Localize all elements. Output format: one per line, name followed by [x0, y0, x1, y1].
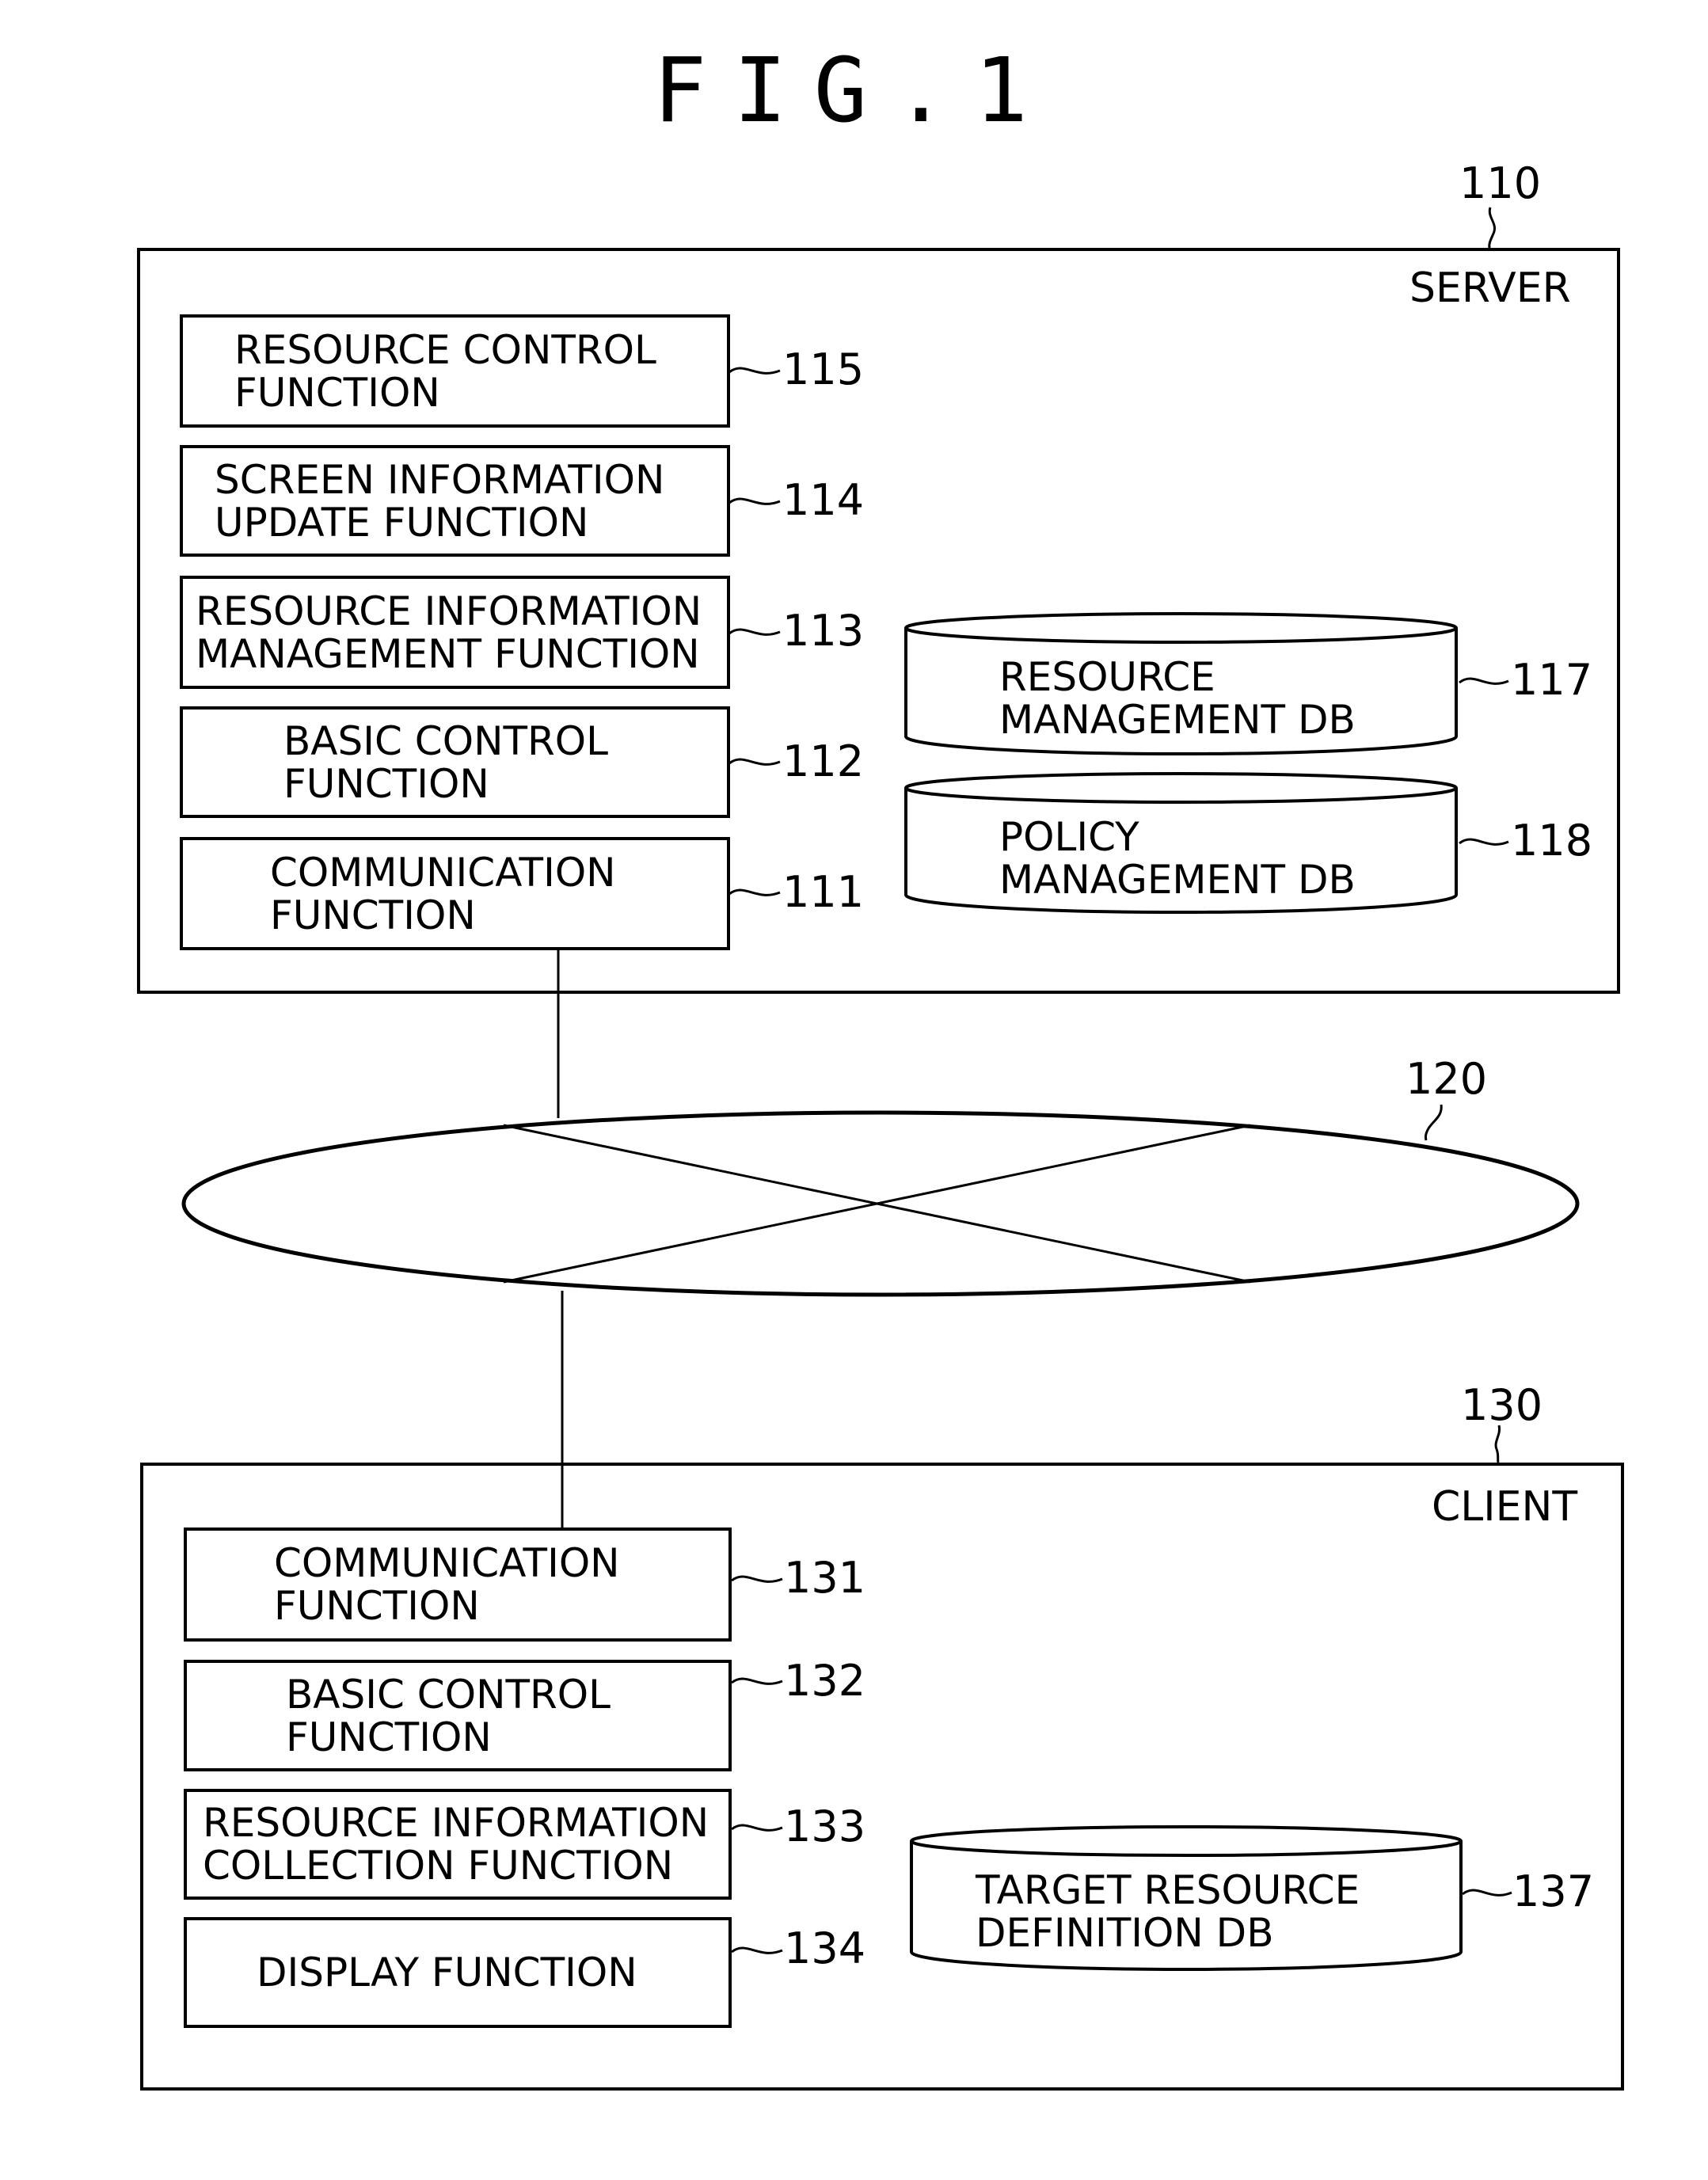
server-ref: 110 — [1459, 158, 1542, 208]
function-label-line: SCREEN INFORMATION — [215, 456, 665, 503]
client-ref: 130 — [1461, 1380, 1543, 1430]
function-label-line: DISPLAY FUNCTION — [257, 1950, 637, 1995]
db-label-line: MANAGEMENT DB — [999, 697, 1356, 743]
ref-112: 112 — [782, 736, 865, 786]
ref-134: 134 — [784, 1923, 866, 1973]
function-box-114: SCREEN INFORMATION UPDATE FUNCTION — [180, 445, 730, 557]
function-box-132: BASIC CONTROL FUNCTION — [184, 1660, 732, 1771]
ref-117: 117 — [1511, 655, 1593, 705]
ref-118: 118 — [1511, 816, 1593, 866]
function-label-line: UPDATE FUNCTION — [215, 499, 589, 546]
db-label-117: RESOURCE MANAGEMENT DB — [999, 656, 1356, 741]
function-label-line: FUNCTION — [283, 760, 489, 807]
ref-113: 113 — [782, 606, 865, 656]
function-box-134: DISPLAY FUNCTION — [184, 1917, 732, 2028]
db-label-line: MANAGEMENT DB — [999, 857, 1356, 903]
function-box-133: RESOURCE INFORMATION COLLECTION FUNCTION — [184, 1789, 732, 1900]
function-box-131: COMMUNICATION FUNCTION — [184, 1528, 732, 1642]
function-label-line: FUNCTION — [274, 1583, 480, 1629]
ref-131: 131 — [784, 1553, 866, 1603]
ref-114: 114 — [782, 475, 865, 525]
db-label-line: RESOURCE — [999, 654, 1215, 700]
db-label-118: POLICY MANAGEMENT DB — [999, 816, 1356, 901]
function-label-line: FUNCTION — [234, 369, 440, 416]
function-label-line: RESOURCE CONTROL — [234, 326, 656, 373]
function-label-line: BASIC CONTROL — [286, 1671, 611, 1718]
function-box-113: RESOURCE INFORMATION MANAGEMENT FUNCTION — [180, 576, 730, 689]
function-box-112: BASIC CONTROL FUNCTION — [180, 706, 730, 818]
server-ref-leader — [1488, 207, 1496, 249]
ref-137: 137 — [1512, 1866, 1595, 1916]
function-label-line: FUNCTION — [270, 892, 476, 938]
client-label: CLIENT — [1432, 1483, 1578, 1531]
function-label-line: MANAGEMENT FUNCTION — [196, 630, 700, 677]
network-ref: 120 — [1406, 1054, 1488, 1104]
server-label: SERVER — [1409, 264, 1571, 312]
function-box-115: RESOURCE CONTROL FUNCTION — [180, 314, 730, 428]
db-label-line: POLICY — [999, 814, 1139, 860]
ref-115: 115 — [782, 344, 865, 394]
function-box-111: COMMUNICATION FUNCTION — [180, 837, 730, 950]
function-label-line: BASIC CONTROL — [283, 717, 608, 764]
db-label-137: TARGET RESOURCE DEFINITION DB — [976, 1869, 1360, 1954]
ref-133: 133 — [784, 1801, 866, 1851]
function-label-line: FUNCTION — [286, 1714, 492, 1760]
client-ref-leader — [1494, 1425, 1501, 1463]
function-label-line: RESOURCE INFORMATION — [196, 588, 702, 634]
function-label-line: COMMUNICATION — [274, 1540, 620, 1586]
network-ref-leader — [1424, 1104, 1443, 1141]
function-label-line: COMMUNICATION — [270, 849, 616, 896]
db-label-line: TARGET RESOURCE — [976, 1867, 1360, 1913]
ref-132: 132 — [784, 1656, 866, 1706]
function-label-line: COLLECTION FUNCTION — [203, 1843, 674, 1889]
function-label-line: RESOURCE INFORMATION — [203, 1800, 709, 1846]
ref-111: 111 — [782, 867, 865, 917]
db-label-line: DEFINITION DB — [976, 1910, 1274, 1956]
